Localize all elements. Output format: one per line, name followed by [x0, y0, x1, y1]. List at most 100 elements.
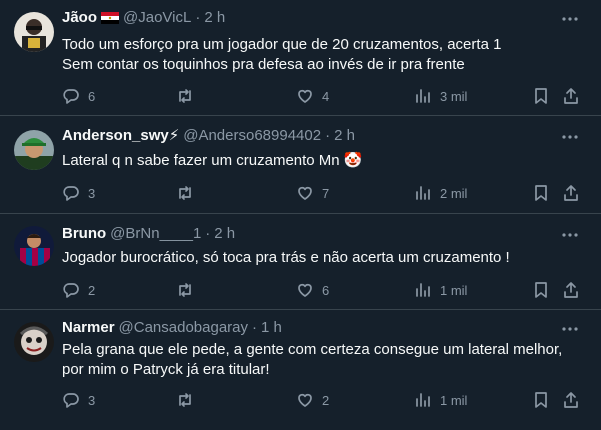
timestamp[interactable]: 2 h — [214, 224, 235, 244]
reply-button[interactable]: 2 — [62, 280, 95, 300]
reply-count: 6 — [88, 88, 96, 104]
like-button[interactable]: 4 — [296, 86, 329, 106]
avatar[interactable] — [14, 226, 54, 266]
separator: · — [195, 9, 201, 26]
tweet-actions: 3 2 1 mil — [62, 390, 582, 410]
tweet-text: Jogador burocrático, só toca pra trás e … — [62, 248, 581, 268]
share-button[interactable] — [562, 183, 580, 203]
separator: · — [205, 225, 211, 242]
share-icon — [564, 392, 578, 408]
like-count: 6 — [322, 282, 330, 298]
avatar-image — [14, 12, 54, 52]
view-count: 1 mil — [440, 282, 468, 298]
tweet[interactable]: Bruno @BrNn____1 · 2 h Jogador burocráti… — [0, 214, 601, 310]
share-icon — [564, 88, 578, 104]
like-button[interactable]: 2 — [296, 390, 329, 410]
avatar-image — [14, 130, 54, 170]
avatar[interactable] — [14, 12, 54, 52]
tweet-actions: 6 4 3 mil — [62, 86, 582, 106]
analytics-icon — [416, 393, 430, 407]
reply-icon — [63, 393, 79, 408]
retweet-button[interactable] — [176, 390, 202, 410]
like-count: 7 — [322, 185, 330, 201]
more-options-icon[interactable] — [561, 320, 579, 338]
view-count: 1 mil — [440, 392, 468, 408]
bookmark-button[interactable] — [532, 183, 550, 203]
retweet-icon — [179, 89, 191, 103]
retweet-icon — [179, 283, 191, 297]
tweet-header: Jãoo @JaoVicL · 2 h — [62, 8, 561, 28]
view-count: 3 mil — [440, 88, 468, 104]
handle[interactable]: @Cansadobagaray — [119, 318, 248, 338]
separator: · — [325, 127, 331, 144]
bookmark-button[interactable] — [532, 280, 550, 300]
tweet-text-line: Sem contar os toquinhos pra defesa ao in… — [62, 56, 465, 73]
timestamp[interactable]: 1 h — [261, 318, 282, 338]
tweet-header: Narmer @Cansadobagaray · 1 h — [62, 318, 561, 338]
view-count: 2 mil — [440, 185, 468, 201]
reply-count: 3 — [88, 185, 96, 201]
tweet-actions: 3 7 2 mil — [62, 183, 582, 203]
tweet-text-line: Todo um esforço pra um jogador que de 20… — [62, 36, 502, 53]
heart-icon — [298, 89, 312, 103]
share-button[interactable] — [562, 390, 580, 410]
tweet-actions: 2 6 1 mil — [62, 280, 582, 300]
more-options-icon[interactable] — [561, 128, 579, 146]
heart-icon — [298, 283, 312, 297]
reply-button[interactable]: 3 — [62, 183, 95, 203]
tweet-text: Lateral q n sabe fazer um cruzamento Mn … — [62, 151, 581, 171]
bookmark-icon — [535, 88, 547, 104]
reply-icon — [63, 283, 79, 298]
share-button[interactable] — [562, 86, 580, 106]
views-button[interactable]: 3 mil — [414, 86, 467, 106]
bookmark-button[interactable] — [532, 390, 550, 410]
share-icon — [564, 185, 578, 201]
retweet-button[interactable] — [176, 280, 202, 300]
avatar[interactable] — [14, 130, 54, 170]
separator: · — [252, 319, 258, 336]
retweet-button[interactable] — [176, 86, 202, 106]
tweet-text-line: Lateral q n sabe fazer um cruzamento Mn … — [62, 152, 363, 169]
reply-button[interactable]: 3 — [62, 390, 95, 410]
views-button[interactable]: 1 mil — [414, 280, 467, 300]
avatar-image — [14, 226, 54, 266]
retweet-button[interactable] — [176, 183, 202, 203]
reply-count: 2 — [88, 282, 96, 298]
views-button[interactable]: 2 mil — [414, 183, 467, 203]
more-options-icon[interactable] — [561, 226, 579, 244]
display-name[interactable]: Bruno — [62, 224, 106, 244]
more-options-icon[interactable] — [561, 10, 579, 28]
avatar[interactable] — [14, 322, 54, 362]
egypt-flag-icon — [101, 12, 120, 24]
share-icon — [564, 282, 578, 298]
tweet-text: Todo um esforço pra um jogador que de 20… — [62, 35, 581, 75]
tweet-text: Pela grana que ele pede, a gente com cer… — [62, 340, 581, 380]
tweet[interactable]: Jãoo @JaoVicL · 2 h Todo um esforço pra … — [0, 0, 601, 116]
tweet-text-line: Jogador burocrático, só toca pra trás e … — [62, 249, 510, 266]
views-button[interactable]: 1 mil — [414, 390, 467, 410]
like-button[interactable]: 6 — [296, 280, 329, 300]
timestamp[interactable]: 2 h — [334, 126, 355, 146]
bookmark-icon — [535, 282, 547, 298]
analytics-icon — [416, 186, 430, 200]
like-button[interactable]: 7 — [296, 183, 329, 203]
display-name[interactable]: Anderson_swy⚡ — [62, 126, 179, 146]
handle[interactable]: @JaoVicL — [123, 8, 191, 28]
timestamp[interactable]: 2 h — [204, 8, 225, 28]
bookmark-button[interactable] — [532, 86, 550, 106]
tweet-text-line: Pela grana que ele pede, a gente com cer… — [62, 341, 563, 358]
display-name[interactable]: Jãoo — [62, 8, 97, 28]
tweet[interactable]: Narmer @Cansadobagaray · 1 h Pela grana … — [0, 310, 601, 430]
analytics-icon — [416, 283, 430, 297]
reply-icon — [63, 89, 79, 104]
like-count: 2 — [322, 392, 330, 408]
reply-count: 3 — [88, 392, 96, 408]
heart-icon — [298, 393, 312, 407]
tweet[interactable]: Anderson_swy⚡ @Anderso68994402 · 2 h Lat… — [0, 116, 601, 214]
reply-icon — [63, 186, 79, 201]
share-button[interactable] — [562, 280, 580, 300]
display-name[interactable]: Narmer — [62, 318, 115, 338]
reply-button[interactable]: 6 — [62, 86, 95, 106]
handle[interactable]: @BrNn____1 — [110, 224, 201, 244]
handle[interactable]: @Anderso68994402 — [183, 126, 321, 146]
